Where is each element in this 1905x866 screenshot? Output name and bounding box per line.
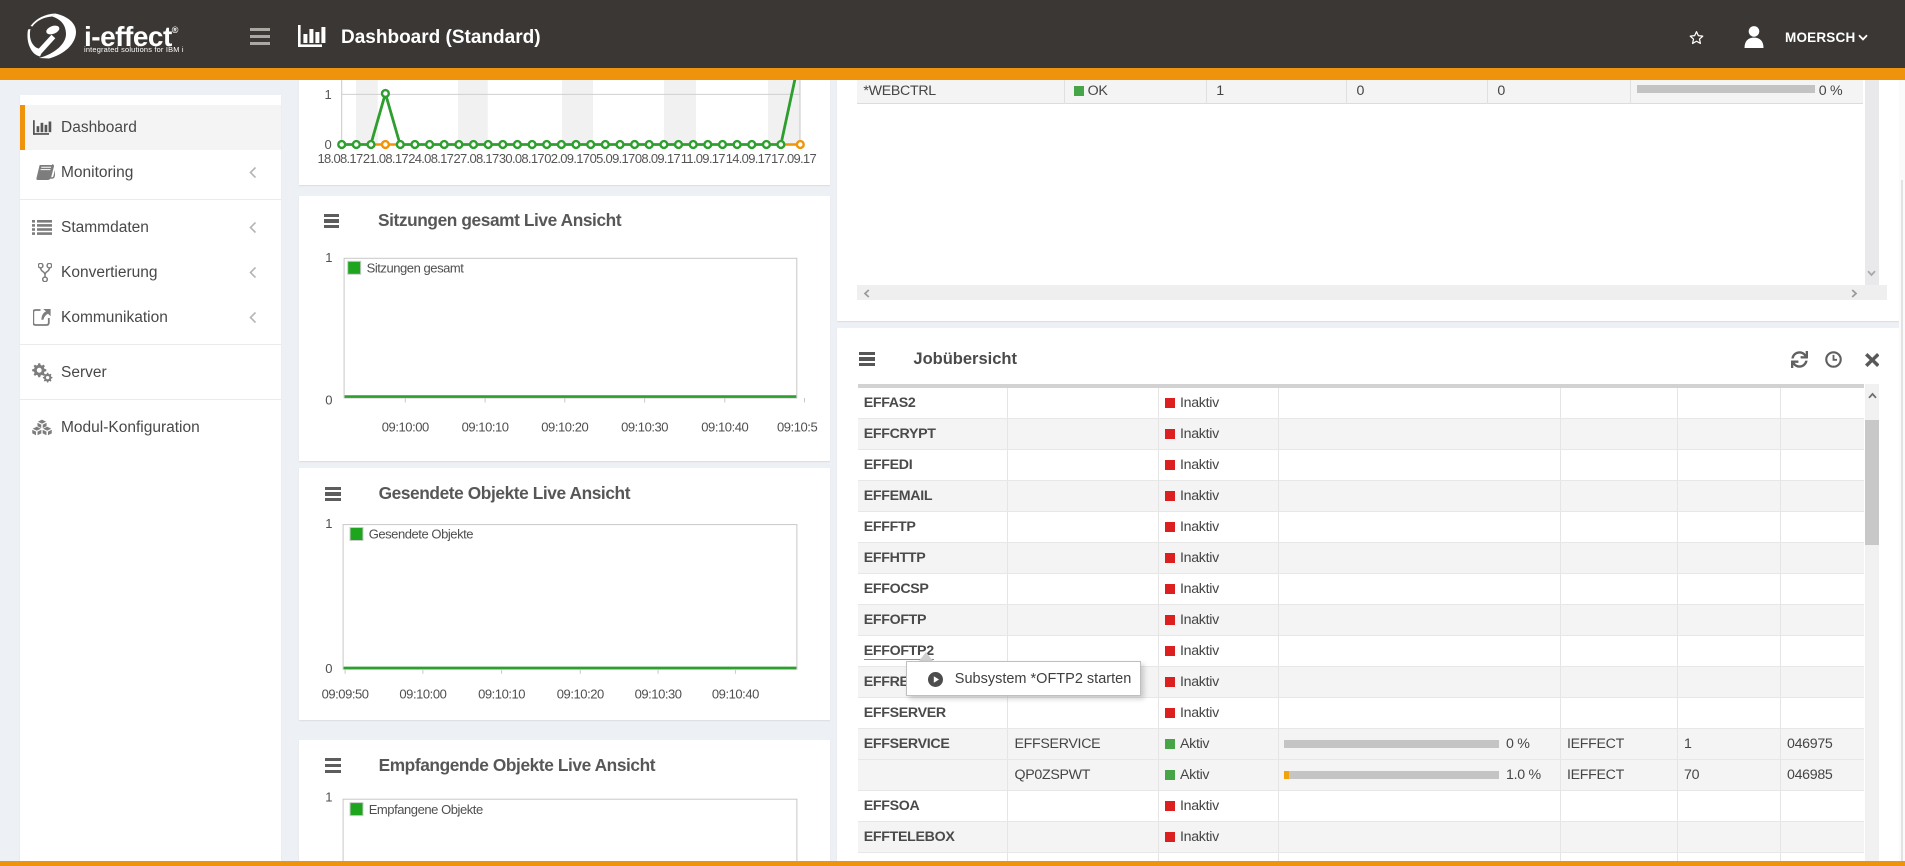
svg-text:09:10:00: 09:10:00	[399, 686, 446, 701]
svg-text:09:10:30: 09:10:30	[621, 419, 668, 434]
svg-text:30.08.17: 30.08.17	[499, 151, 544, 166]
svg-text:1: 1	[324, 87, 331, 102]
svg-text:11.09.17: 11.09.17	[681, 151, 726, 166]
svg-text:Sitzungen gesamt: Sitzungen gesamt	[367, 261, 465, 276]
svg-text:1: 1	[325, 789, 332, 804]
svg-text:05.09.17: 05.09.17	[590, 151, 635, 166]
svg-text:17.09.17: 17.09.17	[771, 151, 816, 166]
svg-text:09:10:10: 09:10:10	[478, 686, 525, 701]
svg-text:27.08.17: 27.08.17	[453, 151, 498, 166]
svg-text:18.08.17: 18.08.17	[317, 151, 362, 166]
svg-text:0: 0	[325, 392, 332, 407]
svg-text:09:10:30: 09:10:30	[635, 686, 682, 701]
svg-text:Gesendete Objekte: Gesendete Objekte	[369, 527, 474, 542]
svg-text:09:10:20: 09:10:20	[541, 419, 588, 434]
svg-text:02.09.17: 02.09.17	[544, 151, 589, 166]
svg-text:09:10:40: 09:10:40	[701, 419, 748, 434]
svg-text:1: 1	[325, 250, 332, 265]
svg-text:21.08.17: 21.08.17	[363, 151, 408, 166]
svg-text:09:10:10: 09:10:10	[462, 419, 509, 434]
svg-text:14.09.17: 14.09.17	[726, 151, 771, 166]
svg-text:09:10:5: 09:10:5	[777, 419, 817, 434]
svg-text:09:10:40: 09:10:40	[712, 686, 759, 701]
svg-text:24.08.17: 24.08.17	[408, 151, 453, 166]
svg-text:0: 0	[325, 661, 332, 676]
svg-text:09:10:20: 09:10:20	[557, 686, 604, 701]
svg-text:Empfangene Objekte: Empfangene Objekte	[369, 802, 483, 817]
svg-text:1: 1	[325, 516, 332, 531]
svg-text:08.09.17: 08.09.17	[635, 151, 680, 166]
svg-text:09:09:50: 09:09:50	[322, 686, 369, 701]
svg-text:09:10:00: 09:10:00	[382, 419, 429, 434]
svg-text:0: 0	[324, 137, 331, 152]
